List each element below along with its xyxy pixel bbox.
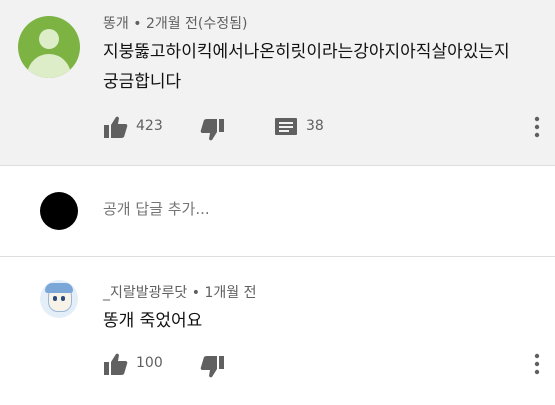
- comment-meta: 똥개 • 2개월 전(수정됨): [103, 13, 248, 33]
- reply-author[interactable]: _지랄발광루닷: [103, 285, 187, 301]
- reply-actions: 100: [0, 350, 555, 380]
- reply-meta: _지랄발광루닷 • 1개월 전: [103, 282, 256, 302]
- reply-like-count: 100: [136, 355, 163, 371]
- author-avatar-icon[interactable]: [18, 16, 80, 78]
- reply-count: 38: [306, 118, 324, 134]
- reply-text: 똥개 죽었어요: [103, 311, 203, 331]
- reply-icon[interactable]: [275, 118, 297, 138]
- divider: [0, 256, 555, 257]
- thumb-down-icon[interactable]: [200, 356, 224, 378]
- reply-author-avatar[interactable]: [40, 280, 78, 318]
- more-vert-icon[interactable]: [534, 115, 540, 139]
- comment-thread-main: 똥개 • 2개월 전(수정됨) 지붕뚫고하이킥에서나온히릿이라는강아지아직살아있…: [0, 0, 555, 165]
- reply-time: 1개월 전: [204, 285, 257, 301]
- comment-author[interactable]: 똥개: [103, 16, 129, 32]
- divider: [0, 165, 555, 166]
- comment-time: 2개월 전(수정됨): [145, 16, 248, 32]
- my-avatar: [40, 192, 78, 230]
- comment-text: 지붕뚫고하이킥에서나온히릿이라는강아지아직살아있는지궁금합니다: [103, 42, 510, 92]
- reply-input[interactable]: [103, 200, 297, 218]
- like-count: 423: [136, 118, 163, 134]
- meta-separator: •: [133, 16, 146, 32]
- thumb-up-icon[interactable]: [104, 116, 128, 138]
- comment-actions: 423 38: [0, 113, 555, 143]
- meta-separator: •: [191, 285, 205, 301]
- more-vert-icon[interactable]: [534, 352, 540, 376]
- thumb-up-icon[interactable]: [104, 353, 128, 375]
- add-reply-box: [0, 180, 555, 242]
- thumb-down-icon[interactable]: [200, 119, 224, 141]
